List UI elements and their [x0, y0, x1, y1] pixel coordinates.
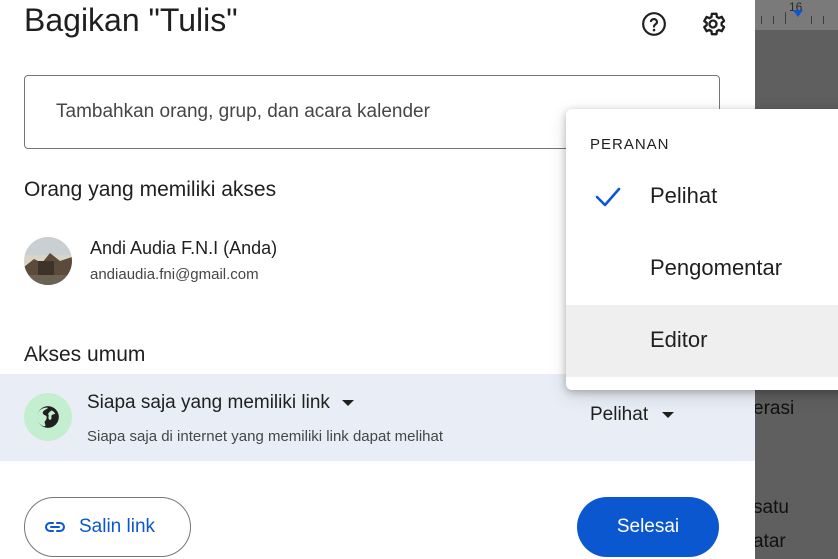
document-text: atar [755, 531, 786, 552]
ruler-tick [773, 16, 774, 24]
ruler-tick [785, 12, 786, 24]
settings-gear-icon[interactable] [699, 10, 727, 38]
link-icon [45, 522, 65, 532]
checkmark-icon [594, 185, 622, 214]
link-access-dropdown[interactable]: Siapa saja yang memiliki link [87, 392, 354, 414]
link-role-dropdown[interactable]: Pelihat [590, 404, 675, 426]
ruler-tick [823, 16, 824, 24]
ruler: 16 [755, 0, 838, 30]
role-option-label: Pelihat [650, 183, 718, 208]
dialog-title: Bagikan "Tulis" [24, 2, 238, 38]
role-menu: PERANAN Pelihat Pengomentar Editor [566, 109, 838, 390]
copy-link-button[interactable]: Salin link [24, 497, 191, 557]
link-role-label: Pelihat [590, 404, 649, 425]
document-text: satu [755, 497, 789, 518]
role-option-label: Pengomentar [650, 255, 783, 280]
link-access-label: Siapa saja yang memiliki link [87, 392, 330, 413]
chevron-down-icon [341, 400, 354, 406]
role-menu-heading: PERANAN [590, 136, 670, 153]
help-icon[interactable] [640, 10, 668, 38]
role-option-label: Editor [650, 327, 708, 352]
role-option-editor[interactable]: Editor [566, 305, 838, 377]
person-email: andiaudia.fni@gmail.com [90, 266, 259, 283]
avatar [24, 237, 72, 285]
done-button[interactable]: Selesai [577, 497, 719, 557]
copy-link-label: Salin link [79, 516, 156, 537]
person-row[interactable]: Andi Audia F.N.I (Anda) andiaudia.fni@gm… [24, 234, 524, 290]
link-access-description: Siapa saja di internet yang memiliki lin… [87, 428, 444, 445]
role-option-commenter[interactable]: Pengomentar [566, 233, 838, 305]
ruler-indent-marker [793, 10, 803, 17]
globe-icon [24, 393, 72, 441]
chevron-down-icon [662, 412, 675, 418]
general-access-title: Akses umum [24, 343, 146, 366]
person-name: Andi Audia F.N.I (Anda) [90, 238, 278, 258]
ruler-tick [761, 16, 762, 24]
people-section-title: Orang yang memiliki akses [24, 178, 277, 201]
role-option-viewer[interactable]: Pelihat [566, 161, 838, 233]
document-text: erasi [755, 398, 795, 419]
ruler-tick [811, 16, 812, 24]
